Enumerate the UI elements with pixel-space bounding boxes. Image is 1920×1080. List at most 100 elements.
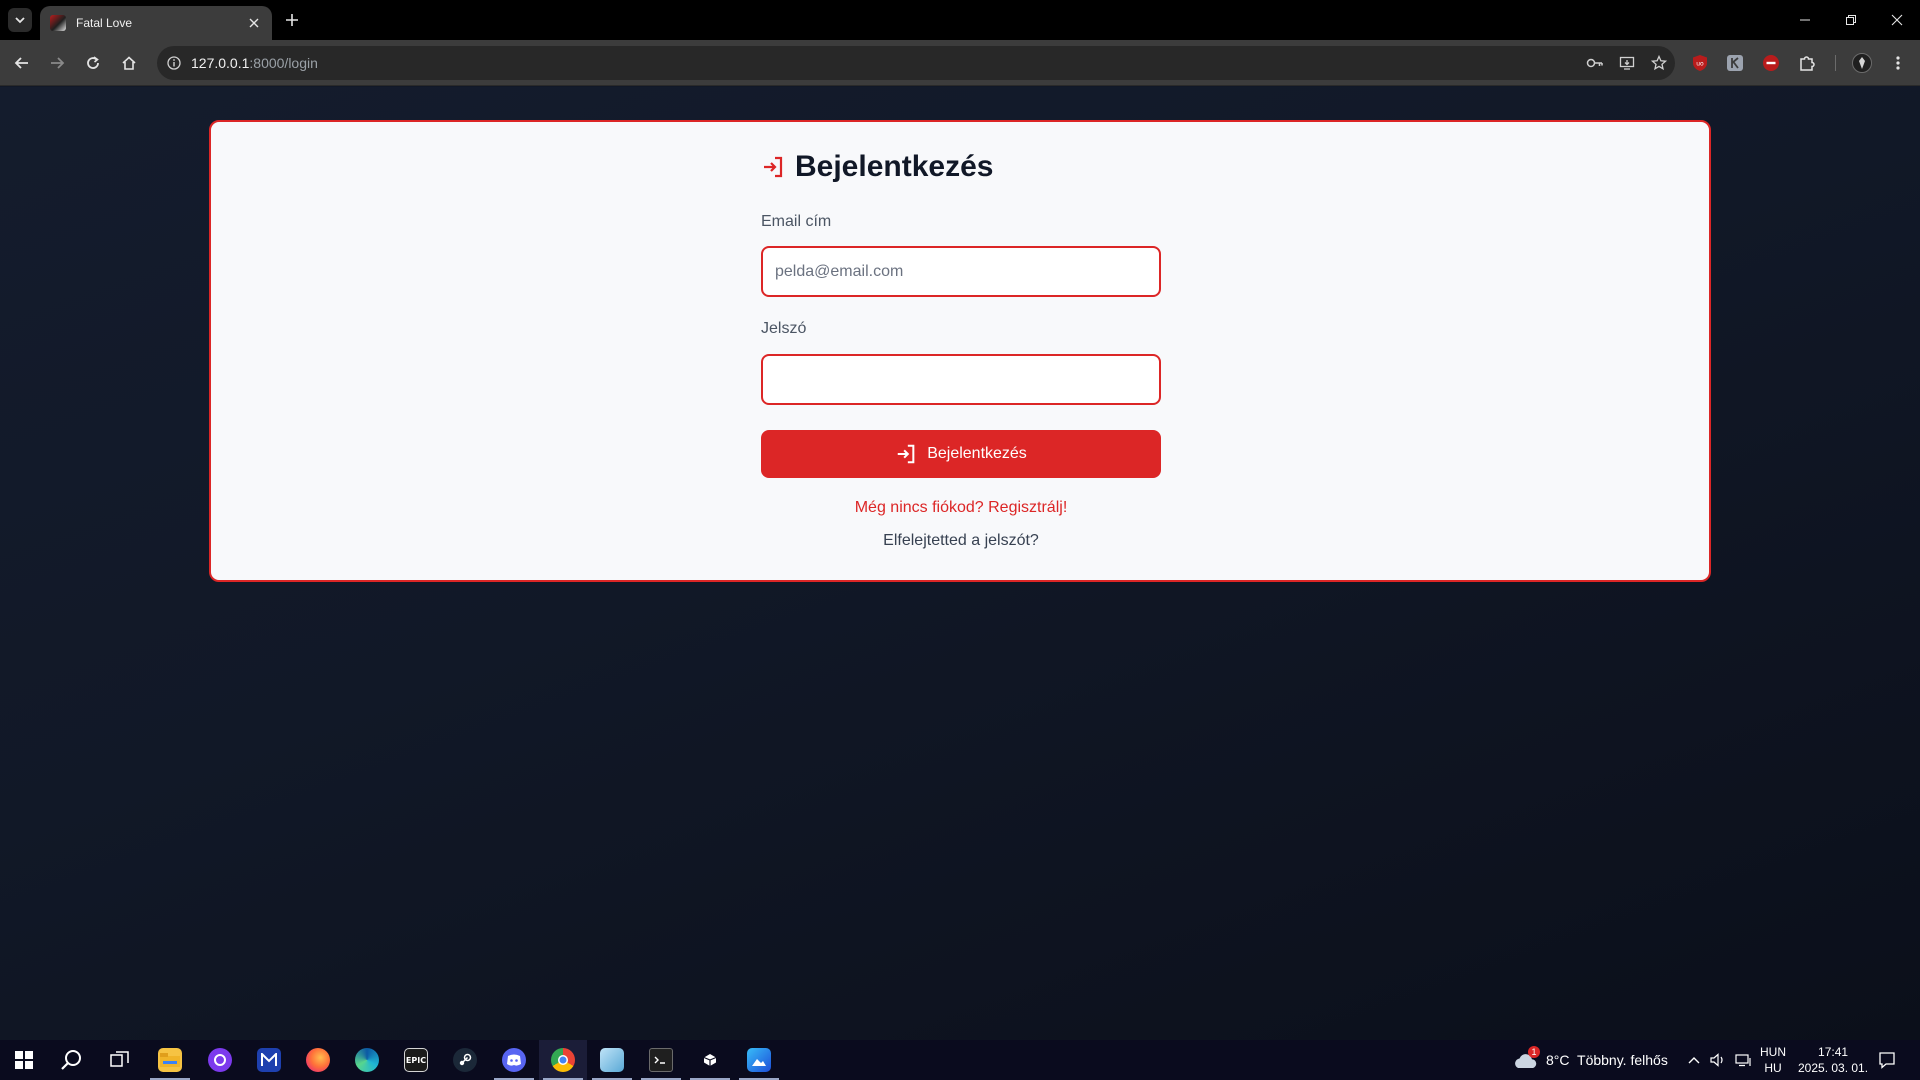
taskbar-file-explorer[interactable] [146,1040,194,1080]
register-link[interactable]: Még nincs fiókod? Regisztrálj! [761,499,1161,517]
svg-text:uo: uo [1696,61,1704,68]
home-icon [122,56,136,70]
app-icon [257,1048,281,1072]
login-card: Bejelentkezés Email cím Jelszó Bejelentk… [209,120,1711,582]
file-explorer-icon [158,1048,182,1072]
clock[interactable]: 17:41 2025. 03. 01. [1798,1040,1868,1080]
taskbar-app[interactable] [245,1040,293,1080]
login-button[interactable]: Bejelentkezés [761,430,1161,478]
url-host: 127.0.0.1 [191,55,250,71]
page-viewport: Bejelentkezés Email cím Jelszó Bejelentk… [0,87,1920,1040]
speaker-icon [1710,1053,1723,1067]
notification-center-button[interactable] [1878,1040,1896,1080]
taskbar-unity[interactable] [686,1040,734,1080]
site-info-icon[interactable] [157,46,191,80]
password-key-icon[interactable] [1579,46,1611,80]
restore-icon [1846,15,1856,25]
taskbar-photos[interactable] [735,1040,783,1080]
chrome-icon [551,1048,575,1072]
language-top: HUN [1760,1045,1786,1059]
epic-games-icon: EPIC [404,1048,428,1072]
notification-icon [1879,1052,1895,1069]
start-button[interactable] [0,1040,48,1080]
address-bar[interactable]: 127.0.0.1:8000/login [157,46,1675,80]
page-title: Bejelentkezés [761,150,993,184]
terminal-icon [649,1048,673,1072]
browser-tab-bar: Fatal Love [0,0,1920,40]
steam-icon [453,1048,477,1072]
plus-icon [286,14,298,26]
task-view-button[interactable] [96,1040,144,1080]
ublock-extension-icon[interactable]: uo [1690,53,1710,73]
discord-icon [502,1048,526,1072]
home-button[interactable] [115,49,143,77]
chevron-down-icon [15,17,25,24]
bookmark-star-icon[interactable] [1643,46,1675,80]
minimize-icon [1800,19,1810,21]
weather-badge: 1 [1528,1046,1540,1058]
epic-games-label: EPIC [405,1055,427,1065]
weather-text: 8°C Többny. felhős [1546,1052,1668,1068]
taskbar-search-button[interactable] [48,1040,96,1080]
forward-button[interactable] [43,49,71,77]
password-label: Jelszó [761,320,807,337]
clock-time: 17:41 [1818,1045,1849,1059]
language-indicator[interactable]: HUN HU [1760,1040,1786,1080]
clock-date: 2025. 03. 01. [1798,1061,1869,1075]
taskbar-steam[interactable] [441,1040,489,1080]
password-field[interactable] [761,354,1161,405]
url-text: 127.0.0.1:8000/login [191,55,318,71]
taskbar-terminal[interactable] [637,1040,685,1080]
taskbar-discord[interactable] [490,1040,538,1080]
task-view-icon [110,1051,129,1067]
windows-logo-icon [15,1051,33,1069]
taskbar-firefox[interactable] [294,1040,342,1080]
reload-button[interactable] [79,49,107,77]
back-button[interactable] [8,49,36,77]
extension-k-icon[interactable] [1725,53,1745,73]
show-hidden-icons-button[interactable] [1687,1040,1701,1080]
photos-icon [747,1048,771,1072]
email-field[interactable] [761,246,1161,297]
github-desktop-icon [208,1048,232,1072]
url-path: :8000/login [249,55,318,71]
network-icon [1735,1054,1751,1067]
new-tab-button[interactable] [280,8,304,32]
forgot-password-link[interactable]: Elfelejtetted a jelszót? [761,532,1161,550]
login-button-label: Bejelentkezés [927,445,1027,462]
email-label: Email cím [761,213,832,230]
tab-title: Fatal Love [76,16,133,30]
reload-icon [87,56,99,69]
weather-widget[interactable]: 1 8°C Többny. felhős [1512,1040,1668,1080]
volume-button[interactable] [1710,1040,1726,1080]
arrow-right-icon [51,57,65,69]
taskbar-chrome[interactable] [539,1040,587,1080]
taskbar-notepad[interactable] [588,1040,636,1080]
login-icon [897,444,915,464]
cloud-icon: 1 [1512,1046,1540,1070]
install-app-icon[interactable] [1611,46,1643,80]
taskbar-edge[interactable] [343,1040,391,1080]
arrow-left-icon [14,57,28,69]
chevron-up-icon [1688,1057,1700,1064]
blocker-extension-icon[interactable] [1761,53,1781,73]
notepad-icon [600,1048,624,1072]
browser-menu-icon[interactable] [1888,53,1908,73]
taskbar-epic-games[interactable]: EPIC [392,1040,440,1080]
login-icon [761,155,785,179]
firefox-icon [306,1048,330,1072]
restore-button[interactable] [1828,0,1874,40]
toolbar-divider [1835,55,1836,71]
tab-search-button[interactable] [8,8,32,32]
close-tab-icon[interactable] [246,15,262,31]
page-title-text: Bejelentkezés [795,150,994,183]
browser-tab[interactable]: Fatal Love [40,6,272,40]
close-window-button[interactable] [1874,0,1920,40]
profile-avatar-icon[interactable] [1852,53,1872,73]
windows-taskbar: EPIC 1 8°C Többny. felhős HUN HU 17:41 2… [0,1040,1920,1080]
edge-icon [355,1048,379,1072]
extensions-puzzle-icon[interactable] [1797,53,1817,73]
minimize-button[interactable] [1782,0,1828,40]
network-button[interactable] [1735,1040,1753,1080]
taskbar-github-desktop[interactable] [196,1040,244,1080]
